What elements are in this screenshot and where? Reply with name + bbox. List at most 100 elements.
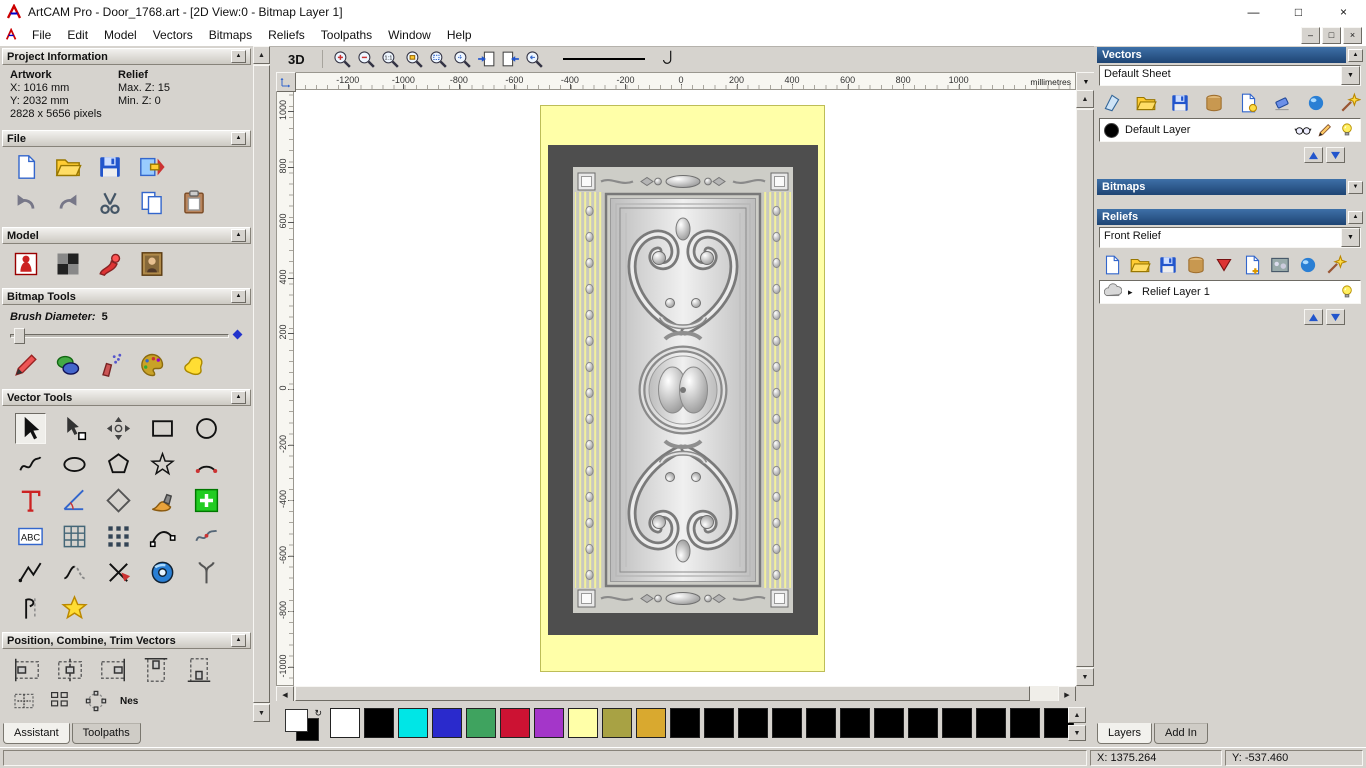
primary-colour[interactable]	[285, 709, 308, 732]
zoom-fit-icon[interactable]	[428, 49, 449, 70]
snap-sphere-icon[interactable]	[1305, 92, 1327, 114]
menu-edit[interactable]: Edit	[59, 26, 96, 44]
menu-vectors[interactable]: Vectors	[145, 26, 201, 44]
mdi-close-button[interactable]: ×	[1343, 26, 1362, 44]
palette-swatch[interactable]	[670, 708, 700, 738]
palette-swatch[interactable]	[602, 708, 632, 738]
palette-swatch[interactable]	[432, 708, 462, 738]
mdi-restore-button[interactable]: □	[1322, 26, 1341, 44]
collapse-model-button[interactable]: ▲	[231, 229, 246, 242]
slider-track[interactable]	[10, 334, 229, 338]
menu-reliefs[interactable]: Reliefs	[260, 26, 313, 44]
new-model-icon[interactable]	[12, 153, 40, 181]
palette-swatch[interactable]	[806, 708, 836, 738]
toggle-3d-view-button[interactable]: 3D	[284, 51, 309, 68]
align-centre-icon[interactable]	[55, 655, 85, 685]
new-relief-icon[interactable]	[1101, 254, 1123, 276]
collapse-reliefs-button[interactable]: ▲	[1348, 210, 1363, 224]
palette-swatch[interactable]	[466, 708, 496, 738]
swap-colours-icon[interactable]: ↻	[314, 708, 322, 719]
lightbulb-icon[interactable]	[1338, 283, 1356, 301]
assistant-scroll-down-button[interactable]: ▼	[253, 704, 270, 722]
texture-relief-icon[interactable]	[1269, 254, 1291, 276]
collapse-project-info-button[interactable]: ▲	[231, 50, 246, 63]
canvas-vscroll-thumb[interactable]	[1076, 109, 1094, 667]
tab-assistant[interactable]: Assistant	[3, 723, 70, 744]
drawing-canvas[interactable]	[294, 90, 1076, 686]
create-diamond-icon[interactable]	[104, 486, 133, 515]
mirror-vectors-icon[interactable]	[16, 594, 45, 623]
create-freehand-icon[interactable]	[16, 450, 45, 479]
canvas-vscroll-track[interactable]	[1076, 108, 1094, 668]
palette-swatch[interactable]	[976, 708, 1006, 738]
snap-grid-icon[interactable]	[192, 486, 221, 515]
align-left-icon[interactable]	[12, 655, 42, 685]
node-editing-icon[interactable]	[60, 414, 89, 443]
create-polyline-icon[interactable]	[16, 558, 45, 587]
line-width-sample[interactable]	[562, 58, 645, 60]
new-sheet-icon[interactable]	[1101, 92, 1123, 114]
zoom-out-icon[interactable]	[356, 49, 377, 70]
spray-icon[interactable]	[96, 351, 124, 379]
relief-layer-row[interactable]: ▸ Relief Layer 1	[1100, 281, 1360, 303]
paint-icon[interactable]	[12, 351, 40, 379]
open-vectors-icon[interactable]	[1135, 92, 1157, 114]
menu-help[interactable]: Help	[439, 26, 480, 44]
ruler-origin-button[interactable]	[276, 72, 296, 92]
zoom-drag-icon[interactable]	[452, 49, 473, 70]
delete-relief-icon[interactable]	[1213, 254, 1235, 276]
palette-swatch[interactable]	[704, 708, 734, 738]
export-3d-icon[interactable]	[138, 153, 166, 181]
measure-icon[interactable]	[60, 486, 89, 515]
primary-colour-swatch[interactable]: ↻	[284, 708, 322, 742]
sculpt-icon[interactable]	[96, 250, 124, 278]
layer-colour-swatch[interactable]	[1104, 122, 1119, 138]
nest-tool-label[interactable]: Nes	[120, 696, 138, 707]
canvas-hscroll-track[interactable]	[294, 686, 1058, 701]
block-array-icon[interactable]	[48, 689, 72, 713]
collapse-vectors-button[interactable]: ▲	[1348, 48, 1363, 62]
snap-page-left-icon[interactable]	[476, 49, 497, 70]
save-vectors-icon[interactable]	[1169, 92, 1191, 114]
create-doughnut-icon[interactable]	[148, 558, 177, 587]
join-vectors-icon[interactable]	[60, 558, 89, 587]
delete-layer-icon[interactable]	[1271, 92, 1293, 114]
maximize-button[interactable]: □	[1276, 0, 1321, 24]
palette-swatch[interactable]	[874, 708, 904, 738]
palette-scroll-up-button[interactable]: ▲	[1068, 707, 1086, 723]
slider-handle[interactable]	[14, 328, 25, 344]
save-relief-icon[interactable]	[1157, 254, 1179, 276]
align-top-icon[interactable]	[141, 655, 171, 685]
create-text-icon[interactable]	[16, 486, 45, 515]
load-relief-icon[interactable]	[12, 250, 40, 278]
menu-bitmaps[interactable]: Bitmaps	[201, 26, 260, 44]
palette-swatch[interactable]	[636, 708, 666, 738]
merge-relief-icon[interactable]	[1185, 254, 1207, 276]
zoom-scale-icon[interactable]: 1:1	[380, 49, 401, 70]
centre-in-page-icon[interactable]	[12, 689, 36, 713]
invert-model-icon[interactable]	[54, 250, 82, 278]
relief-wand-icon[interactable]	[1325, 254, 1347, 276]
create-ellipse-icon[interactable]	[60, 450, 89, 479]
toggle-all-icon[interactable]	[1339, 92, 1361, 114]
collapse-file-button[interactable]: ▲	[231, 132, 246, 145]
palette-swatch[interactable]	[1010, 708, 1040, 738]
expand-bitmaps-button[interactable]: ▼	[1348, 180, 1363, 194]
palette-swatch[interactable]	[738, 708, 768, 738]
palette-swatch[interactable]	[908, 708, 938, 738]
palette-icon[interactable]	[138, 351, 166, 379]
palette-swatch[interactable]	[500, 708, 530, 738]
collapse-vector-tools-button[interactable]: ▲	[231, 391, 246, 404]
create-rectangle-icon[interactable]	[148, 414, 177, 443]
transform-vectors-icon[interactable]	[104, 414, 133, 443]
move-relief-up-button[interactable]	[1304, 309, 1323, 325]
new-relief-layer-icon[interactable]	[1241, 254, 1263, 276]
menu-model[interactable]: Model	[96, 26, 145, 44]
zoom-previous-icon[interactable]	[524, 49, 545, 70]
create-polygon-icon[interactable]	[104, 450, 133, 479]
select-vectors-icon[interactable]	[14, 412, 46, 444]
canvas-scroll-down-button[interactable]: ▼	[1076, 668, 1094, 686]
collapse-position-button[interactable]: ▲	[231, 634, 246, 647]
move-layer-down-button[interactable]	[1326, 147, 1345, 163]
assistant-scroll-up-button[interactable]: ▲	[253, 46, 270, 64]
